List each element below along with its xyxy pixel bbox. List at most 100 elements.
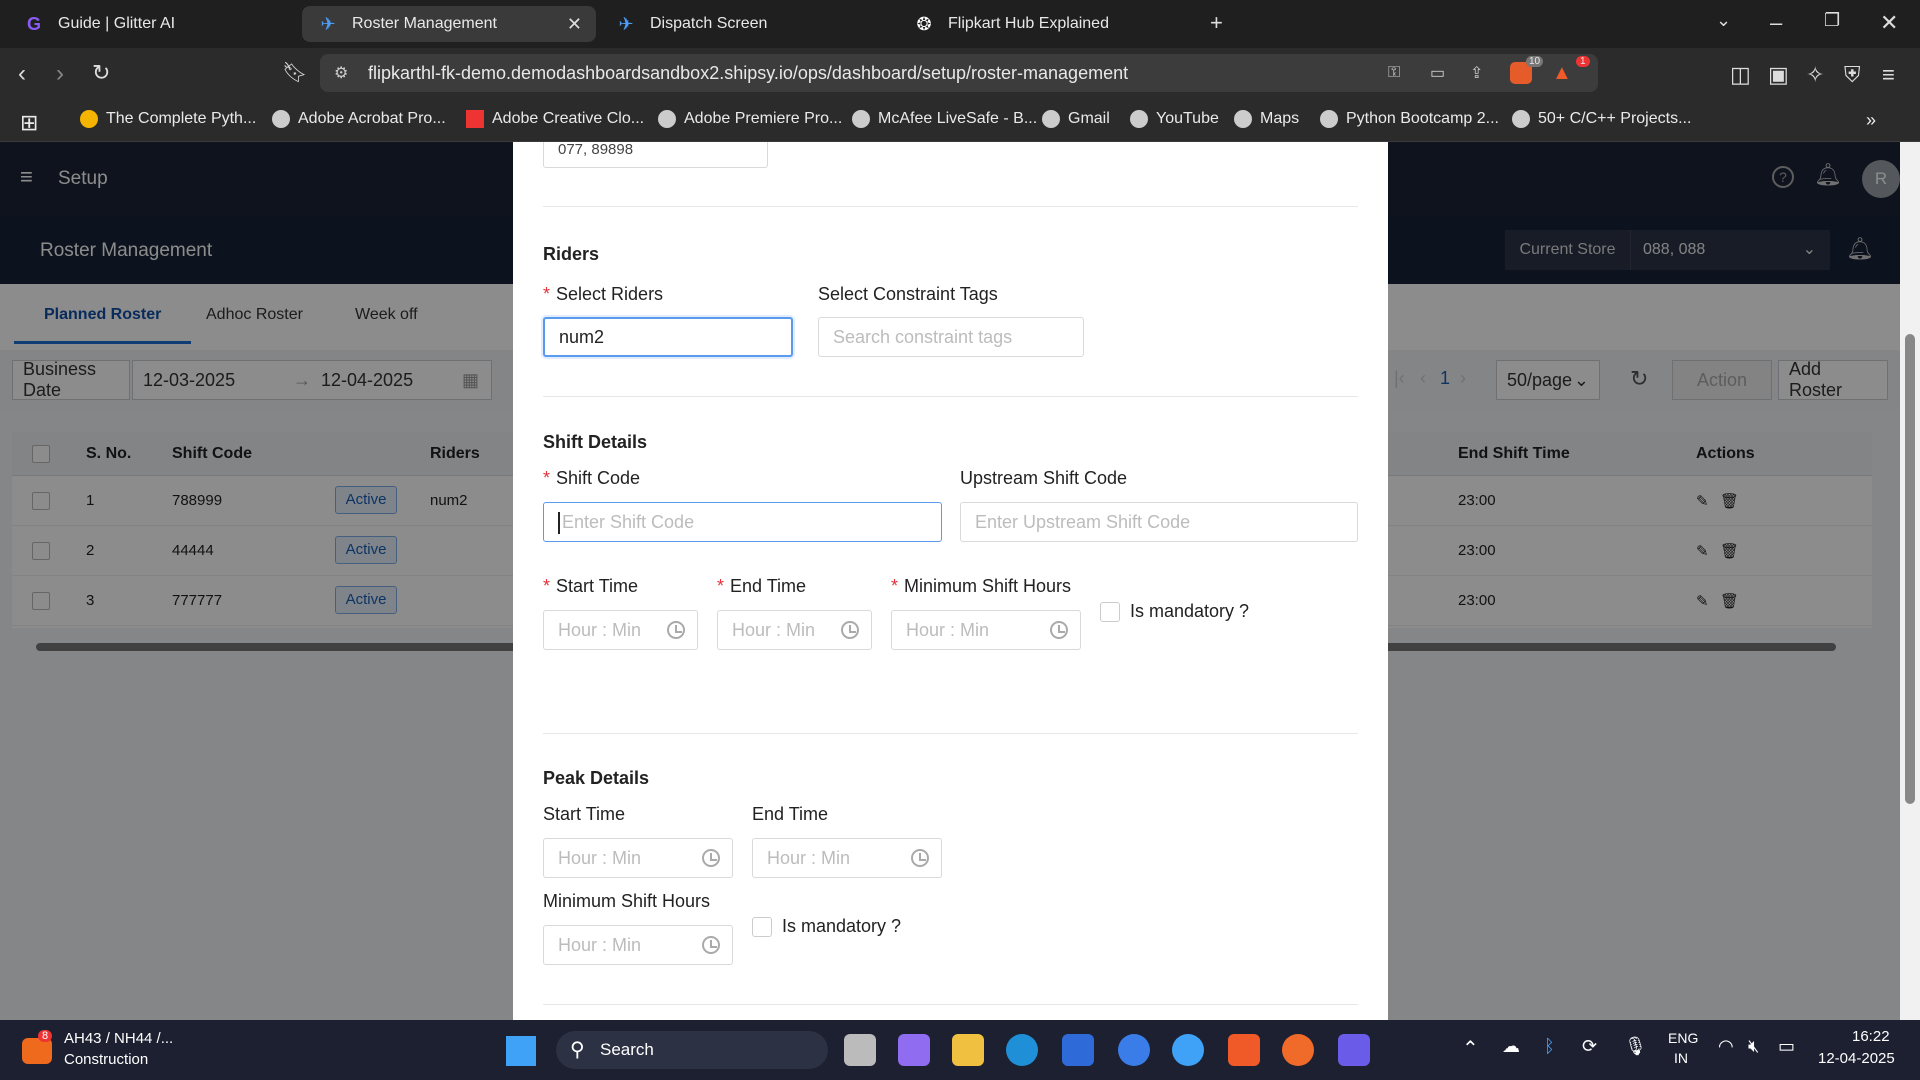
tab-glitter-ai[interactable]: G Guide | Glitter AI xyxy=(8,6,298,42)
restore-icon[interactable]: ❐ xyxy=(1824,10,1840,31)
shift-code-input[interactable]: Enter Shift Code xyxy=(543,502,942,542)
time-placeholder: Hour : Min xyxy=(558,619,642,640)
globe-icon xyxy=(1320,110,1338,128)
bookmark-item[interactable]: Maps xyxy=(1234,110,1299,128)
peak-start-time-input[interactable]: Hour : Min xyxy=(543,838,733,878)
bookmark-item[interactable]: Python Bootcamp 2... xyxy=(1320,110,1499,128)
text-caret xyxy=(558,512,560,534)
wifi-icon[interactable]: ◠ xyxy=(1718,1036,1734,1057)
password-key-icon[interactable]: ⚿ xyxy=(1388,64,1400,82)
bookmark-item[interactable]: Adobe Acrobat Pro... xyxy=(272,110,446,128)
clock-icon xyxy=(1050,621,1068,639)
taskbar: 8 AH43 / NH44 /... Construction ⚲ Search… xyxy=(0,1020,1920,1080)
shield-count-badge: 10 xyxy=(1526,56,1544,67)
app-icon[interactable] xyxy=(1118,1034,1150,1066)
clock-time[interactable]: 16:22 xyxy=(1852,1028,1890,1045)
clock-icon xyxy=(702,849,720,867)
share-icon[interactable]: ⇪ xyxy=(1470,63,1483,83)
bookmark-item[interactable]: YouTube xyxy=(1130,110,1219,128)
tab-flipkart-hub[interactable]: ❂ Flipkart Hub Explained xyxy=(898,6,1198,42)
clock-icon xyxy=(911,849,929,867)
sync-icon[interactable]: ⟳ xyxy=(1582,1036,1597,1057)
select-riders-input[interactable]: num2 xyxy=(543,317,793,357)
taskbar-search[interactable]: ⚲ Search xyxy=(556,1031,828,1069)
upstream-shift-code-input[interactable]: Enter Upstream Shift Code xyxy=(960,502,1358,542)
bluetooth-icon[interactable]: ᛒ xyxy=(1544,1036,1555,1057)
tray-chevron-icon[interactable]: ⌃ xyxy=(1462,1036,1479,1061)
new-tab-icon[interactable]: + xyxy=(1210,10,1223,36)
brave-icon[interactable] xyxy=(1228,1034,1260,1066)
divider xyxy=(543,206,1358,207)
peak-min-hours-label: Minimum Shift Hours xyxy=(543,891,711,911)
language-top[interactable]: ENG xyxy=(1668,1030,1698,1046)
time-placeholder: Hour : Min xyxy=(732,619,816,640)
store-icon[interactable] xyxy=(1062,1034,1094,1066)
sync-app-icon[interactable] xyxy=(1172,1034,1204,1066)
peak-min-hours-input[interactable]: Hour : Min xyxy=(543,925,733,965)
apps-grid-icon[interactable]: ⊞ xyxy=(20,110,38,136)
is-mandatory-checkbox[interactable] xyxy=(1100,602,1120,622)
bookmark-item[interactable]: The Complete Pyth... xyxy=(80,110,256,128)
sidebar-toggle-icon[interactable]: ◫ xyxy=(1730,62,1751,88)
copilot-icon[interactable] xyxy=(898,1034,930,1066)
task-view-icon[interactable] xyxy=(844,1034,876,1066)
bookmark-item[interactable]: Adobe Creative Clo... xyxy=(466,110,644,128)
pen-app-icon[interactable] xyxy=(1282,1034,1314,1066)
bookmark-label: McAfee LiveSafe - B... xyxy=(878,110,1038,127)
url-bar[interactable]: ⚙ flipkarthl-fk-demo.demodashboardsandbo… xyxy=(320,54,1598,92)
battery-icon[interactable]: ▭ xyxy=(1778,1036,1795,1057)
bookmark-item[interactable]: Adobe Premiere Pro... xyxy=(658,110,842,128)
tab-dispatch-screen[interactable]: ✈ Dispatch Screen xyxy=(600,6,890,42)
menu-icon[interactable]: ≡ xyxy=(1882,62,1895,88)
browser-tab-bar: G Guide | Glitter AI ✈ Roster Management… xyxy=(0,0,1920,48)
microphone-icon[interactable]: 🎙︎ xyxy=(1624,1036,1647,1057)
language-bottom[interactable]: IN xyxy=(1674,1050,1688,1066)
bookmark-icon[interactable]: 🔖︎ xyxy=(282,60,307,85)
brave-rewards-icon[interactable]: ▲ xyxy=(1552,62,1572,85)
search-label: Search xyxy=(600,1040,654,1059)
tab-roster-management[interactable]: ✈ Roster Management ✕ xyxy=(302,6,596,42)
vpn-icon[interactable]: ⛨ xyxy=(1844,62,1861,88)
wallet-icon[interactable]: ▣ xyxy=(1768,62,1789,88)
min-shift-hours-input[interactable]: Hour : Min xyxy=(891,610,1081,650)
globe-icon xyxy=(658,110,676,128)
glitter-app-icon[interactable] xyxy=(1338,1034,1370,1066)
peak-is-mandatory-checkbox[interactable] xyxy=(752,917,772,937)
more-bookmarks-icon[interactable]: » xyxy=(1866,110,1876,131)
file-explorer-icon[interactable] xyxy=(952,1034,984,1066)
start-time-input[interactable]: Hour : Min xyxy=(543,610,698,650)
tab-title: Guide | Glitter AI xyxy=(58,15,176,32)
windows-start-icon[interactable] xyxy=(506,1036,536,1066)
reload-icon[interactable]: ↻ xyxy=(92,60,110,86)
forward-icon[interactable]: › xyxy=(56,60,64,88)
clock-date[interactable]: 12-04-2025 xyxy=(1818,1050,1895,1067)
edge-icon[interactable] xyxy=(1006,1034,1038,1066)
onedrive-icon[interactable]: ☁ xyxy=(1502,1036,1520,1057)
bookmark-item[interactable]: Gmail xyxy=(1042,110,1110,128)
top-field[interactable]: 077, 89898 xyxy=(543,142,768,168)
mute-icon[interactable]: 🔇︎ xyxy=(1748,1036,1759,1057)
globe-icon xyxy=(1130,110,1148,128)
scrollbar-thumb[interactable] xyxy=(1905,334,1915,804)
is-mandatory-label: Is mandatory ? xyxy=(1130,601,1250,621)
search-icon: ⚲ xyxy=(570,1039,585,1061)
tab-title: Flipkart Hub Explained xyxy=(948,15,1109,32)
bookmark-item[interactable]: 50+ C/C++ Projects... xyxy=(1512,110,1691,128)
leo-ai-icon[interactable]: ✧ xyxy=(1806,62,1824,88)
select-riders-label: * Select Riders xyxy=(543,284,664,304)
tab-search-chevron-icon[interactable]: ⌄ xyxy=(1716,10,1731,31)
tab-title: Roster Management xyxy=(352,15,497,32)
minimize-icon[interactable]: – xyxy=(1770,10,1782,36)
time-placeholder: Hour : Min xyxy=(558,847,642,868)
end-time-input[interactable]: Hour : Min xyxy=(717,610,872,650)
upstream-shift-code-label: Upstream Shift Code xyxy=(960,468,1128,488)
bookmark-item[interactable]: McAfee LiveSafe - B... xyxy=(852,110,1037,128)
constraint-tags-input[interactable]: Search constraint tags xyxy=(818,317,1084,357)
site-settings-icon[interactable]: ⚙ xyxy=(334,63,348,83)
close-tab-icon[interactable]: ✕ xyxy=(567,14,582,35)
page-vertical-scrollbar[interactable] xyxy=(1900,142,1920,1020)
back-icon[interactable]: ‹ xyxy=(18,60,26,88)
close-window-icon[interactable]: ✕ xyxy=(1880,10,1898,36)
peak-end-time-input[interactable]: Hour : Min xyxy=(752,838,942,878)
cast-icon[interactable]: ▭ xyxy=(1430,63,1445,83)
